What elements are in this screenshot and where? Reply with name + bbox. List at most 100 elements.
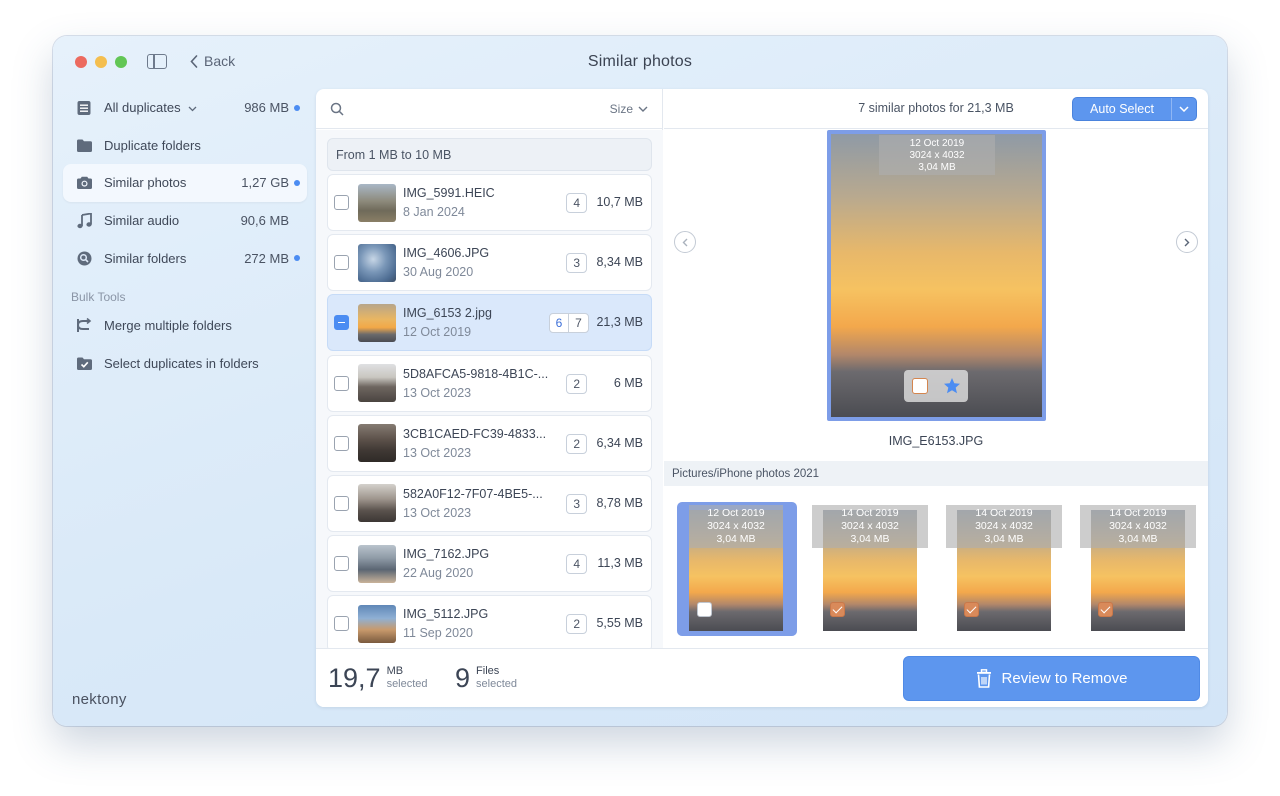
- sidebar-item-size: 1,27 GB: [241, 175, 289, 191]
- status-dot: [294, 180, 300, 187]
- list-item[interactable]: IMG_6153 2.jpg 12 Oct 2019 6 7 21,3 MB: [327, 294, 652, 352]
- photo-date: 14 Oct 2019: [975, 507, 1033, 519]
- sort-dropdown[interactable]: Size: [610, 102, 648, 116]
- photo-dimensions: 3024 x 4032: [841, 520, 899, 532]
- file-date: 13 Oct 2023: [403, 505, 472, 520]
- main-photo-preview[interactable]: 12 Oct 2019 3024 x 4032 3,04 MB: [827, 130, 1046, 421]
- status-dot: [294, 255, 300, 262]
- sidebar-item-similar-photos[interactable]: Similar photos 1,27 GB: [63, 164, 307, 202]
- chevron-right-icon: [1184, 238, 1190, 246]
- list-item[interactable]: 5D8AFCA5-9818-4B1C-... 13 Oct 2023 2 6 M…: [327, 354, 652, 412]
- trash-icon: [976, 669, 991, 688]
- photo-size: 3,04 MB: [1118, 533, 1158, 545]
- row-checkbox[interactable]: [334, 435, 349, 451]
- photo-thumbnail-card[interactable]: 14 Oct 2019 3024 x 4032 3,04 MB: [1079, 502, 1199, 636]
- row-checkbox[interactable]: [334, 255, 349, 271]
- list-item[interactable]: IMG_5112.JPG 11 Sep 2020 2 5,55 MB: [327, 595, 652, 648]
- count-badge: 4: [566, 554, 587, 575]
- selected-count: 6: [550, 314, 569, 333]
- row-checkbox[interactable]: [334, 495, 349, 511]
- photo-thumbnail: [358, 183, 396, 222]
- photo-thumbnail-card[interactable]: 14 Oct 2019 3024 x 4032 3,04 MB: [945, 502, 1065, 636]
- file-name: IMG_5112.JPG: [403, 607, 489, 622]
- photo-checkbox[interactable]: [964, 602, 979, 617]
- file-size: 8,34 MB: [596, 255, 643, 270]
- file-name: IMG_7162.JPG: [403, 547, 490, 562]
- photo-thumbnail: [358, 243, 396, 282]
- list-item[interactable]: IMG_4606.JPG 30 Aug 2020 3 8,34 MB: [327, 234, 652, 292]
- row-checkbox[interactable]: [334, 556, 349, 572]
- photo-size: 3,04 MB: [984, 533, 1024, 545]
- list-item[interactable]: IMG_5991.HEIC 8 Jan 2024 4 10,7 MB: [327, 174, 652, 231]
- photo-checkbox[interactable]: [830, 602, 845, 617]
- search-icon[interactable]: [330, 102, 344, 116]
- file-name: 5D8AFCA5-9818-4B1C-...: [403, 366, 549, 381]
- main-photo-filename: IMG_E6153.JPG: [888, 434, 984, 448]
- photo-dimensions: 3024 x 4032: [975, 520, 1033, 532]
- sidebar-item-label: All duplicates: [104, 100, 181, 116]
- photo-thumbnail-card[interactable]: 12 Oct 2019 3024 x 4032 3,04 MB: [677, 502, 797, 636]
- list-item[interactable]: 582A0F12-7F07-4BE5-... 13 Oct 2023 3 8,7…: [327, 474, 652, 532]
- sidebar-item-all-duplicates[interactable]: All duplicates 986 MB: [63, 89, 307, 127]
- file-date: 8 Jan 2024: [403, 205, 465, 219]
- sidebar-item-select-duplicates[interactable]: Select duplicates in folders: [63, 345, 307, 383]
- auto-select-dropdown[interactable]: [1171, 98, 1196, 120]
- list-toolbar: Size: [316, 89, 662, 129]
- music-note-icon: [75, 212, 93, 230]
- chevron-down-icon: [1179, 106, 1189, 112]
- list-item[interactable]: IMG_7162.JPG 22 Aug 2020 4 11,3 MB: [327, 535, 652, 593]
- row-checkbox[interactable]: [334, 195, 349, 210]
- group-header: From 1 MB to 10 MB: [327, 138, 652, 171]
- sidebar-item-merge-folders[interactable]: Merge multiple folders: [63, 307, 307, 345]
- next-photo-button[interactable]: [1176, 231, 1198, 253]
- photo-thumbnail: [358, 484, 396, 523]
- count-badge: 4: [566, 193, 587, 213]
- app-window: Back Similar photos All duplicates 986 M…: [53, 36, 1227, 726]
- chevron-down-icon: [638, 106, 648, 112]
- selection-footer: 19,7 MB selected 9 Files selected Review…: [316, 648, 1208, 707]
- sidebar-item-size: 986 MB: [244, 100, 289, 116]
- photo-thumbnail: [358, 604, 396, 643]
- file-date: 30 Aug 2020: [403, 265, 474, 280]
- previous-photo-button[interactable]: [674, 231, 696, 253]
- photo-dimensions: 3024 x 4032: [707, 520, 765, 532]
- sidebar-item-similar-folders[interactable]: Similar folders 272 MB: [63, 239, 307, 277]
- camera-icon: [75, 174, 93, 192]
- photo-thumbnail: [358, 424, 396, 463]
- star-icon[interactable]: [943, 377, 961, 395]
- file-date: 22 Aug 2020: [403, 566, 474, 581]
- selected-files-stat: 9 Files selected: [455, 665, 517, 692]
- file-size: 5,55 MB: [596, 616, 643, 631]
- list-item[interactable]: 3CB1CAED-FC39-4833... 13 Oct 2023 2 6,34…: [327, 414, 652, 472]
- file-name: IMG_6153 2.jpg: [403, 306, 492, 321]
- photo-thumbnail-card[interactable]: 14 Oct 2019 3024 x 4032 3,04 MB: [811, 502, 931, 636]
- photo-thumbnail: [358, 544, 396, 583]
- file-list[interactable]: From 1 MB to 10 MB IMG_5991.HEIC 8 Jan 2…: [316, 130, 663, 648]
- sort-label: Size: [609, 101, 633, 116]
- file-list-column: Size From 1 MB to 10 MB IMG_5991.HEIC 8 …: [316, 89, 663, 648]
- row-checkbox[interactable]: [334, 616, 349, 632]
- chevron-left-icon: [682, 238, 688, 246]
- review-button-label: Review to Remove: [1001, 670, 1128, 687]
- selected-size-stat: 19,7 MB selected: [328, 665, 428, 692]
- row-checkbox[interactable]: [334, 375, 349, 391]
- sidebar-item-size: 90,6 MB: [240, 213, 289, 229]
- list-icon: [75, 99, 93, 117]
- review-to-remove-button[interactable]: Review to Remove: [903, 656, 1200, 701]
- file-date: 13 Oct 2023: [403, 445, 472, 460]
- row-checkbox[interactable]: [334, 315, 349, 331]
- photo-checkbox[interactable]: [911, 378, 928, 394]
- auto-select-button[interactable]: Auto Select: [1072, 97, 1197, 121]
- photo-thumbnail: [358, 303, 396, 342]
- sidebar-item-label: Similar audio: [104, 213, 180, 229]
- photo-date: 14 Oct 2019: [841, 507, 899, 519]
- folder-search-icon: [75, 249, 93, 267]
- photo-checkbox[interactable]: [697, 602, 712, 617]
- photo-checkbox[interactable]: [1098, 602, 1113, 617]
- sidebar-item-duplicate-folders[interactable]: Duplicate folders: [63, 127, 307, 165]
- count-badge: 2: [566, 373, 587, 394]
- count-badge: 2: [566, 614, 587, 635]
- file-size: 11,3 MB: [597, 556, 643, 571]
- sidebar-item-similar-audio[interactable]: Similar audio 90,6 MB: [63, 202, 307, 240]
- selected-size-caption: selected: [386, 678, 428, 690]
